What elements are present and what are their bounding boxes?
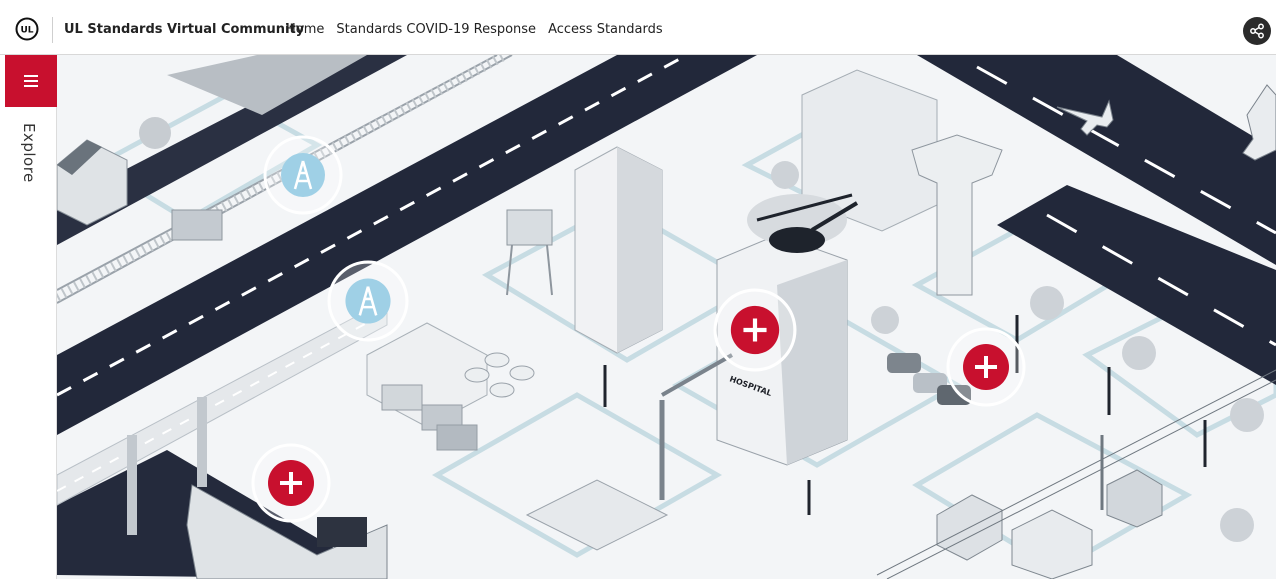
nav-access-standards[interactable]: Access Standards: [548, 22, 663, 37]
menu-button[interactable]: [5, 55, 57, 107]
ul-logo[interactable]: UL: [15, 17, 39, 41]
plus-icon: [713, 288, 797, 372]
main-nav: Home Standards COVID-19 Response Access …: [286, 22, 663, 37]
sidebar: Explore: [0, 55, 57, 579]
nav-home[interactable]: Home: [286, 22, 324, 37]
hotspot-tower-warehouse[interactable]: [327, 260, 409, 342]
nav-covid-response[interactable]: Standards COVID-19 Response: [336, 22, 536, 37]
plus-icon: [251, 443, 331, 523]
logo-text: UL: [20, 26, 33, 36]
share-icon: [1250, 23, 1264, 39]
transmission-tower-icon: [327, 260, 409, 342]
hotspot-plus-hospital[interactable]: [713, 288, 797, 372]
transmission-tower-icon: [263, 135, 343, 215]
plus-icon: [946, 327, 1026, 407]
explore-label[interactable]: Explore: [20, 123, 38, 183]
logo-divider: [52, 17, 53, 43]
hamburger-icon: [24, 75, 38, 87]
hotspot-plus-parking[interactable]: [946, 327, 1026, 407]
share-button[interactable]: [1243, 17, 1271, 45]
site-title[interactable]: UL Standards Virtual Community: [64, 22, 304, 37]
city-illustration: HOSPITAL: [57, 55, 1276, 579]
hotspot-tower-rail[interactable]: [263, 135, 343, 215]
top-navigation-bar: UL UL Standards Virtual Community Home S…: [0, 0, 1276, 55]
city-map[interactable]: HOSPITAL: [57, 55, 1276, 579]
hotspot-plus-port[interactable]: [251, 443, 331, 523]
